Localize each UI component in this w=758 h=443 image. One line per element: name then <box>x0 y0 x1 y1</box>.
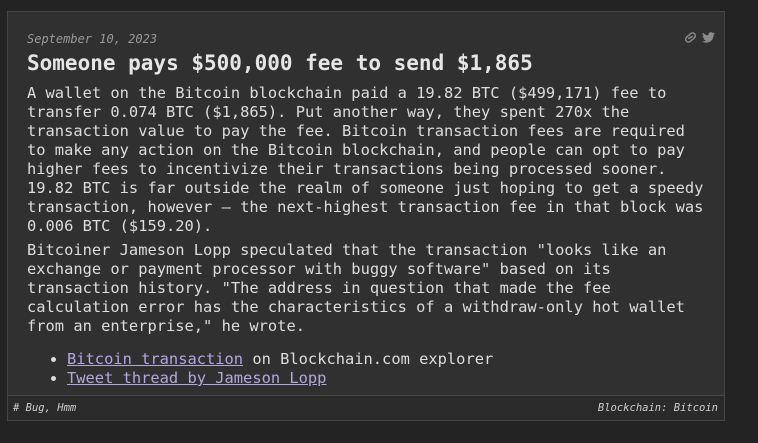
post-footer: # Bug, Hmm Blockchain: Bitcoin <box>8 395 724 420</box>
post-tags[interactable]: # Bug, Hmm <box>13 402 76 414</box>
list-item: Tweet thread by Jameson Lopp <box>67 369 707 388</box>
post-date: September 10, 2023 <box>27 32 158 46</box>
post-paragraph: Bitcoiner Jameson Lopp speculated that t… <box>27 241 685 335</box>
post-category[interactable]: Blockchain: Bitcoin <box>598 402 718 414</box>
post-paragraph: A wallet on the Bitcoin blockchain paid … <box>27 84 704 235</box>
tweet-thread-link[interactable]: Tweet thread by Jameson Lopp <box>67 369 326 387</box>
post-title: Someone pays $500,000 fee to send $1,865 <box>27 51 533 75</box>
link-suffix: on Blockchain.com explorer <box>243 350 494 368</box>
post-body: A wallet on the Bitcoin blockchain paid … <box>27 84 707 388</box>
source-links: Bitcoin transaction on Blockchain.com ex… <box>27 350 707 388</box>
bitcoin-transaction-link[interactable]: Bitcoin transaction <box>67 350 243 368</box>
post-card: September 10, 2023 Someone pays $500,000… <box>7 11 725 421</box>
twitter-icon[interactable] <box>702 32 715 43</box>
list-item: Bitcoin transaction on Blockchain.com ex… <box>67 350 707 369</box>
share-icons <box>683 31 715 44</box>
link-icon[interactable] <box>683 31 698 44</box>
